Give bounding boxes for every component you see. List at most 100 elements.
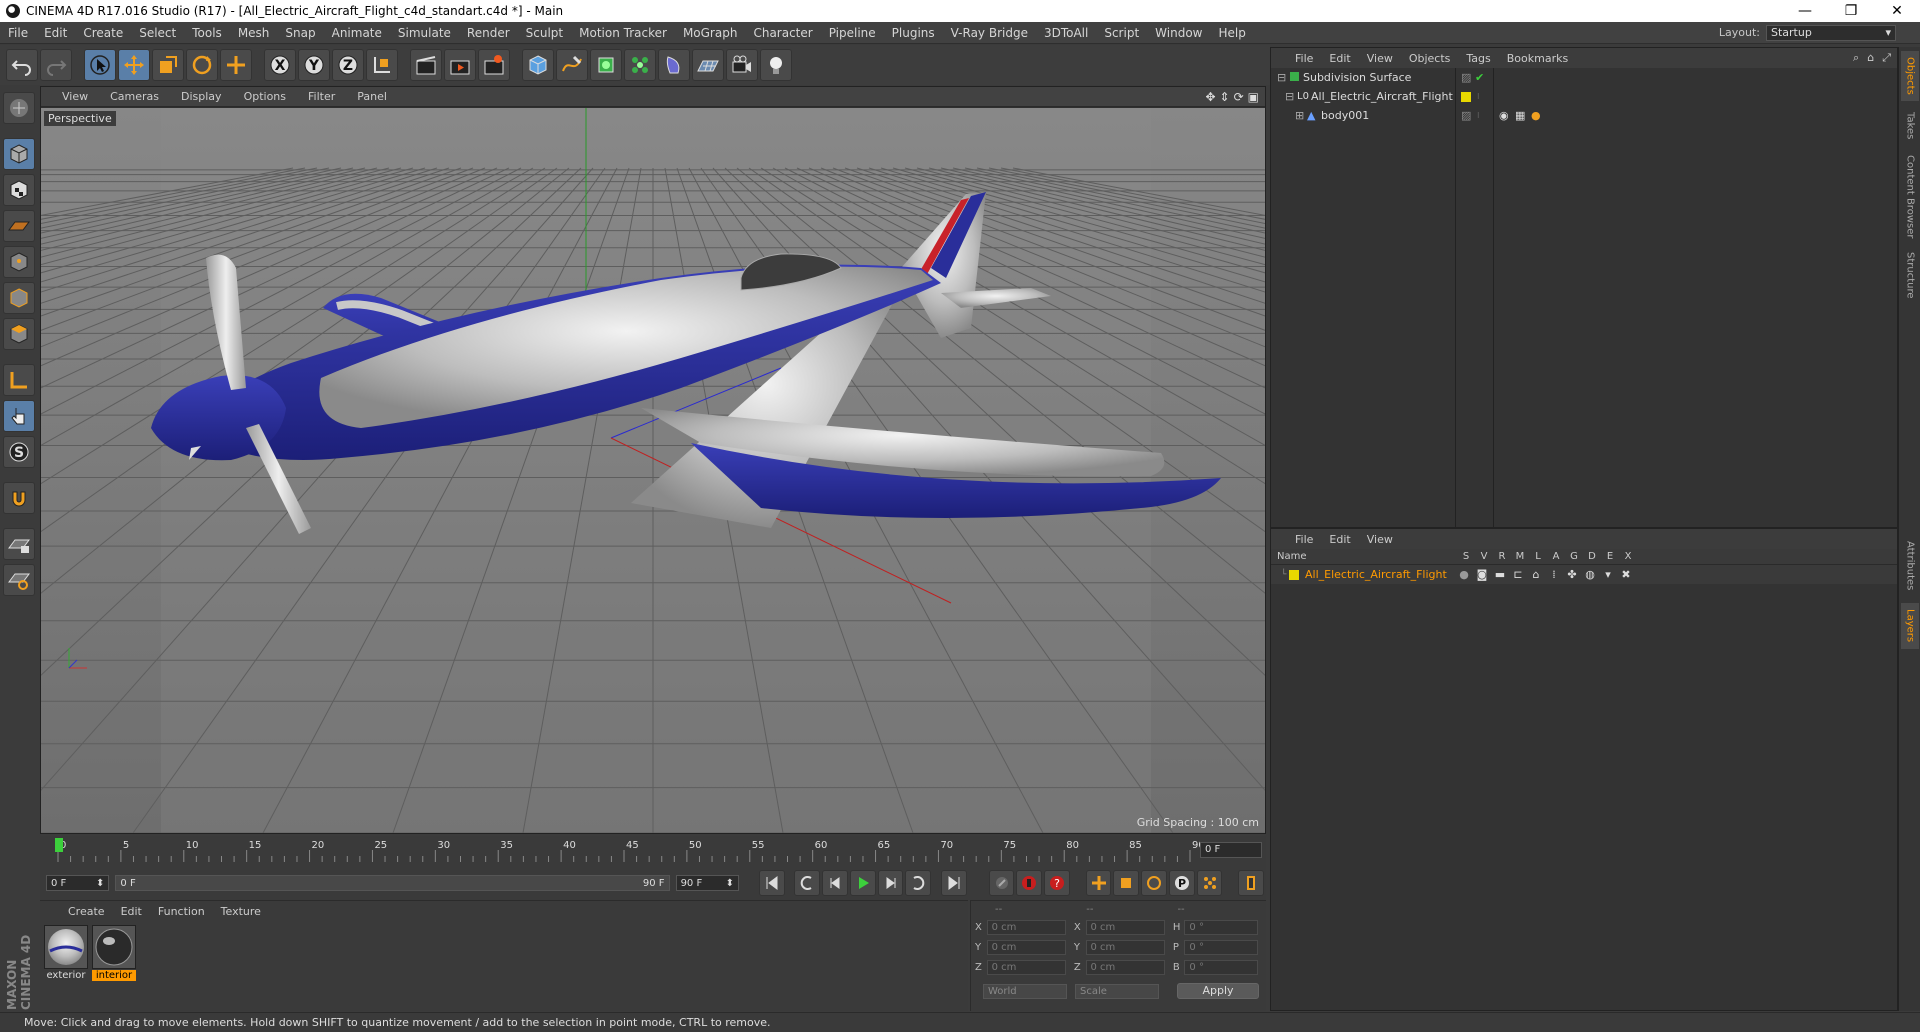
- undo-button[interactable]: [6, 49, 38, 81]
- tab-content-browser[interactable]: Content Browser: [1901, 151, 1919, 243]
- edges-mode-button[interactable]: [3, 282, 35, 314]
- object-row-all-electric-aircraft[interactable]: ⊟ L0 All_Electric_Aircraft_Flight ⁝: [1271, 87, 1897, 106]
- tab-objects[interactable]: Objects: [1901, 51, 1919, 101]
- menu-simulate[interactable]: Simulate: [390, 26, 459, 40]
- viewport-canvas[interactable]: Perspective Grid Spacing : 100 cm: [41, 108, 1265, 833]
- polygons-mode-button[interactable]: [3, 318, 35, 350]
- viewport-menu-options[interactable]: Options: [233, 90, 297, 103]
- material-menu-function[interactable]: Function: [150, 905, 213, 918]
- view-eye-icon[interactable]: ◙: [1473, 568, 1491, 581]
- orbit-view-icon[interactable]: ⟳: [1234, 90, 1244, 104]
- layer-menu-view[interactable]: View: [1359, 533, 1401, 546]
- go-to-end-button[interactable]: [941, 870, 967, 896]
- collapse-toggle-icon[interactable]: ⊟: [1277, 71, 1289, 84]
- animation-icon[interactable]: ⁞: [1545, 568, 1563, 581]
- enable-snap-button[interactable]: [3, 482, 35, 514]
- layer-color-swatch[interactable]: [1289, 569, 1299, 580]
- phong-tag-icon[interactable]: ●: [1531, 109, 1541, 122]
- minimize-button[interactable]: —: [1782, 0, 1828, 22]
- menu-motion-tracker[interactable]: Motion Tracker: [571, 26, 675, 40]
- generator-icon[interactable]: ✤: [1563, 568, 1581, 581]
- object-menu-file[interactable]: File: [1287, 52, 1321, 65]
- viewport-menu-panel[interactable]: Panel: [346, 90, 398, 103]
- coordinate-system-toggle[interactable]: [366, 49, 398, 81]
- menu-select[interactable]: Select: [131, 26, 184, 40]
- key-position-toggle[interactable]: [1085, 870, 1112, 896]
- go-to-start-button[interactable]: [758, 870, 785, 896]
- previous-frame-button[interactable]: [822, 870, 848, 896]
- menu-character[interactable]: Character: [745, 26, 820, 40]
- object-menu-objects[interactable]: Objects: [1401, 52, 1459, 65]
- record-active-objects-button[interactable]: [988, 870, 1015, 896]
- live-selection-tool[interactable]: [84, 49, 116, 81]
- playhead[interactable]: [55, 838, 63, 852]
- texture-tag-icon[interactable]: ◉: [1499, 109, 1509, 122]
- planar-workplane-button[interactable]: [3, 564, 35, 596]
- material-menu-create[interactable]: Create: [60, 905, 113, 918]
- visibility-toggle-icon[interactable]: ▨: [1461, 71, 1471, 84]
- pan-view-icon[interactable]: ✥: [1205, 90, 1215, 104]
- menu-render[interactable]: Render: [459, 26, 518, 40]
- visibility-dots-icon[interactable]: ⁝: [1477, 92, 1480, 101]
- material-exterior[interactable]: exterior: [44, 925, 88, 981]
- key-rotation-toggle[interactable]: [1141, 870, 1167, 896]
- move-tool[interactable]: [118, 49, 150, 81]
- y-axis-lock[interactable]: Y: [298, 49, 330, 81]
- viewport-menu-filter[interactable]: Filter: [297, 90, 346, 103]
- xref-icon[interactable]: ✖: [1617, 568, 1635, 581]
- viewport-menu-view[interactable]: View: [51, 90, 99, 103]
- tab-attributes[interactable]: Attributes: [1901, 533, 1919, 599]
- menu-script[interactable]: Script: [1096, 26, 1147, 40]
- next-key-button[interactable]: [905, 870, 932, 896]
- menu-file[interactable]: File: [0, 26, 36, 40]
- menu-plugins[interactable]: Plugins: [884, 26, 943, 40]
- menu-3dtoall[interactable]: 3DToAll: [1036, 26, 1096, 40]
- menu-sculpt[interactable]: Sculpt: [518, 26, 571, 40]
- object-menu-view[interactable]: View: [1359, 52, 1401, 65]
- viewport-camera-label[interactable]: Perspective: [44, 111, 116, 126]
- expression-icon[interactable]: ▾: [1599, 568, 1617, 581]
- add-cube-button[interactable]: [522, 49, 554, 81]
- menu-create[interactable]: Create: [75, 26, 131, 40]
- add-subdivision-surface-button[interactable]: [590, 49, 622, 81]
- autokeying-button[interactable]: [1016, 870, 1043, 896]
- object-row-body001[interactable]: ⊞ ▲ body001 ▨ ⁝ ◉ ▦ ●: [1271, 106, 1897, 125]
- layer-color-swatch[interactable]: [1461, 91, 1471, 102]
- add-deformer-button[interactable]: [658, 49, 690, 81]
- rotation-p-field[interactable]: 0 °: [1184, 939, 1258, 955]
- coordinate-space-dropdown[interactable]: World: [983, 983, 1067, 999]
- texture-mode-button[interactable]: [3, 174, 35, 206]
- menu-edit[interactable]: Edit: [36, 26, 75, 40]
- search-icon[interactable]: ⌕: [1853, 51, 1859, 65]
- render-to-picture-viewer-button[interactable]: [444, 49, 476, 81]
- menu-mograph[interactable]: MoGraph: [675, 26, 746, 40]
- snapping-button[interactable]: S: [3, 436, 35, 468]
- object-menu-tags[interactable]: Tags: [1458, 52, 1498, 65]
- material-menu-edit[interactable]: Edit: [113, 905, 150, 918]
- size-z-field[interactable]: 0 cm: [1085, 959, 1165, 975]
- timeline-ruler[interactable]: 051015202530354045505560657075808590 0 F: [40, 836, 1266, 866]
- tab-layers[interactable]: Layers: [1901, 603, 1919, 649]
- scale-tool[interactable]: [152, 49, 184, 81]
- layer-menu-file[interactable]: File: [1287, 533, 1321, 546]
- key-scale-toggle[interactable]: [1113, 870, 1140, 896]
- viewport-menu-display[interactable]: Display: [170, 90, 233, 103]
- axis-mode-button[interactable]: [3, 364, 35, 396]
- keyframe-selection-button[interactable]: ?: [1044, 870, 1070, 896]
- viewport-menu-cameras[interactable]: Cameras: [99, 90, 170, 103]
- material-interior[interactable]: interior: [92, 925, 136, 981]
- redo-button[interactable]: [40, 49, 72, 81]
- key-pla-toggle[interactable]: [1196, 870, 1223, 896]
- render-view-button[interactable]: [410, 49, 442, 81]
- add-floor-button[interactable]: [692, 49, 724, 81]
- menu-window[interactable]: Window: [1147, 26, 1210, 40]
- size-y-field[interactable]: 0 cm: [1085, 939, 1165, 955]
- add-camera-button[interactable]: [726, 49, 758, 81]
- menu-animate[interactable]: Animate: [324, 26, 390, 40]
- rotate-tool[interactable]: [186, 49, 218, 81]
- lock-icon[interactable]: ⌂: [1527, 568, 1545, 581]
- visibility-toggle-icon[interactable]: ▨: [1461, 109, 1471, 122]
- object-menu-bookmarks[interactable]: Bookmarks: [1499, 52, 1576, 65]
- play-forward-button[interactable]: [849, 870, 876, 896]
- x-axis-lock[interactable]: X: [264, 49, 296, 81]
